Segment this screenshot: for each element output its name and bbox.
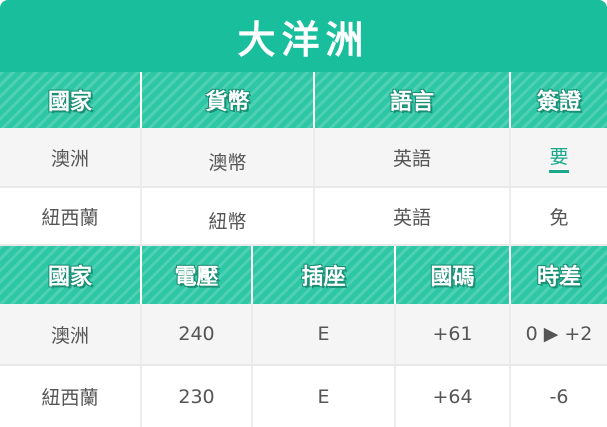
- section2-header-row: 國家 電壓 插座 國碼 時差: [0, 246, 607, 304]
- header-visa: 簽證: [536, 90, 581, 115]
- cell-currency-wrap: 紐幣: [142, 188, 315, 244]
- cell-country: 澳洲: [0, 128, 142, 186]
- cell-currency-wrap: 澳幣: [142, 128, 315, 186]
- header-currency: 貨幣: [142, 72, 315, 128]
- header-time-difference: 時差: [536, 265, 581, 290]
- cell-plug: E: [253, 304, 396, 364]
- section1-header-row: 國家 貨幣 語言 簽證: [0, 72, 607, 128]
- cell-language: 英語: [315, 188, 511, 244]
- cell-currency: 澳幣: [208, 151, 247, 174]
- table-row: 澳洲 240 E +61 0 ▶ +2: [0, 304, 607, 366]
- cell-country-code: +64: [396, 366, 511, 427]
- cell-visa: 要: [549, 142, 569, 173]
- cell-language: 英語: [315, 128, 511, 186]
- cell-plug: E: [253, 366, 396, 427]
- cell-country: 紐西蘭: [0, 188, 142, 244]
- header-voltage: 電壓: [142, 246, 253, 304]
- cell-country: 紐西蘭: [0, 366, 142, 427]
- header-plug: 插座: [253, 246, 396, 304]
- header-country: 國家: [0, 72, 142, 128]
- cell-country-code: +61: [396, 304, 511, 364]
- table-row: 澳洲 澳幣 英語 要: [0, 128, 607, 188]
- cell-visa: 免: [549, 206, 569, 229]
- cell-visa-wrap: 要: [511, 128, 607, 186]
- cell-voltage: 240: [142, 304, 253, 364]
- header-language: 語言: [315, 72, 511, 128]
- header-country-code: 國碼: [396, 246, 511, 304]
- cell-currency: 紐幣: [208, 210, 247, 233]
- cell-time-difference: 0 ▶ +2: [525, 323, 593, 345]
- cell-time-difference: -6: [549, 385, 569, 408]
- table-row: 紐西蘭 230 E +64 -6: [0, 366, 607, 427]
- card-title: 大洋洲: [0, 0, 607, 72]
- cell-voltage: 230: [142, 366, 253, 427]
- table-row: 紐西蘭 紐幣 英語 免: [0, 188, 607, 246]
- cell-country: 澳洲: [0, 304, 142, 364]
- oceania-info-card: 大洋洲 國家 貨幣 語言 簽證 澳洲 澳幣 英語 要 紐西蘭 紐幣 英語 免 國…: [0, 0, 607, 427]
- header-country: 國家: [0, 246, 142, 304]
